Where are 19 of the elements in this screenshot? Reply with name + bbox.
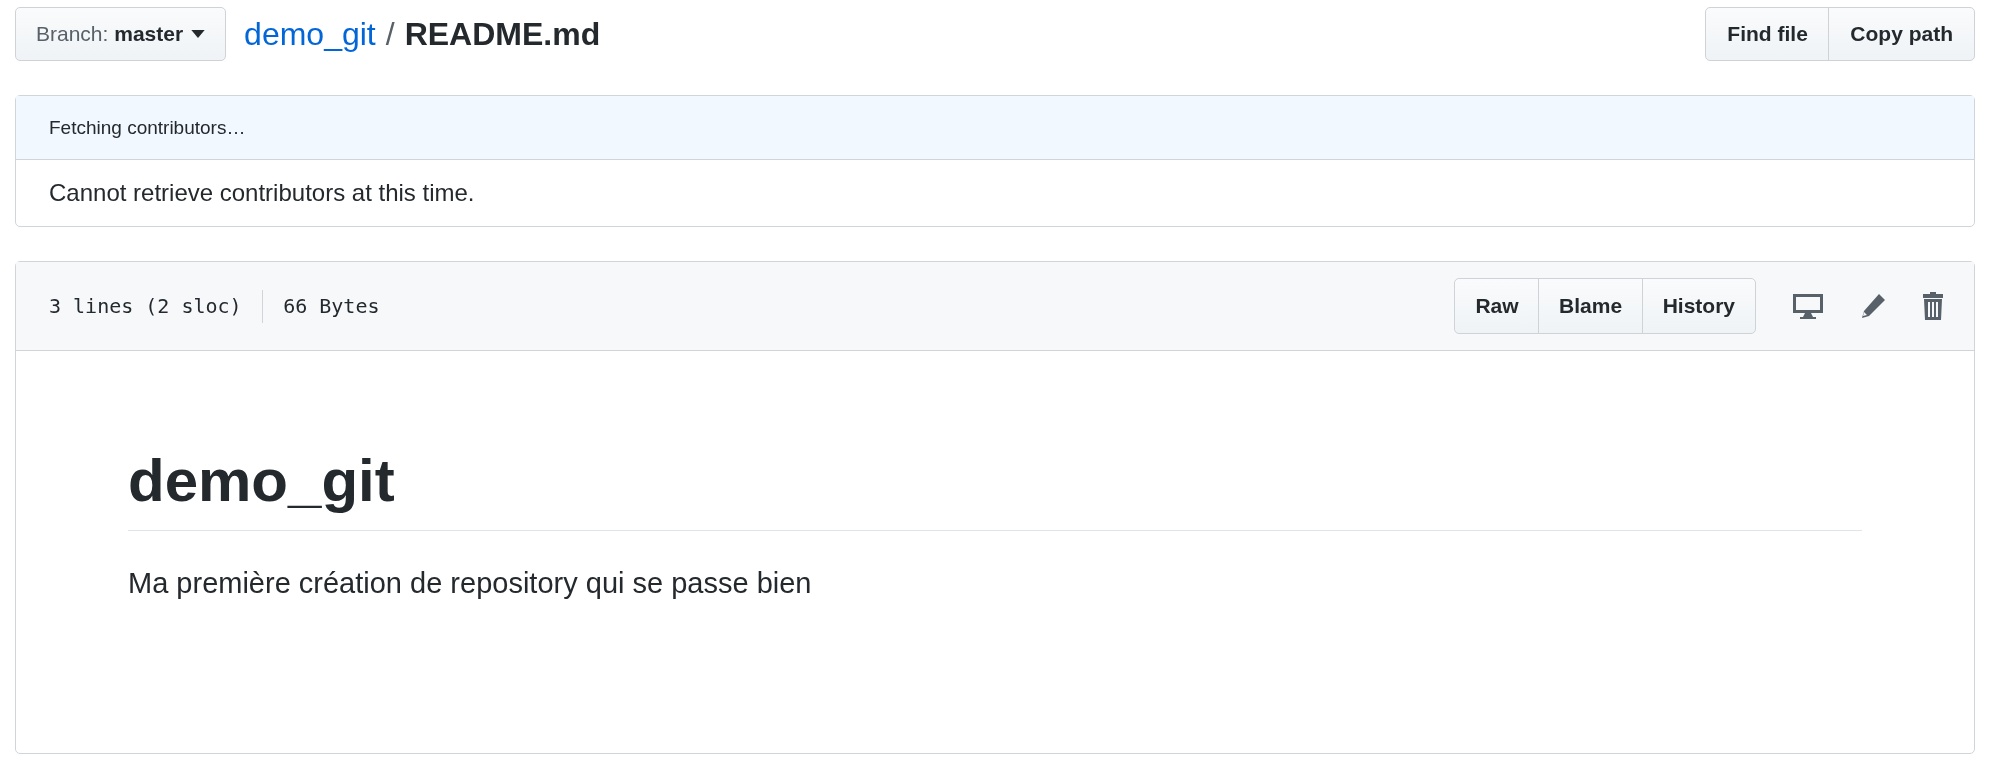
- readme-paragraph: Ma première création de repository qui se passe bien: [128, 567, 813, 600]
- file-action-button[interactable]: Find file: [1705, 7, 1830, 61]
- branch-select-button[interactable]: Branch: master: [15, 7, 227, 61]
- view-button[interactable]: Raw: [1454, 278, 1540, 334]
- readme-heading: demo_git: [128, 446, 396, 516]
- desktop-icon[interactable]: [1792, 293, 1824, 319]
- contributors-status: Fetching contributors…: [16, 96, 1974, 160]
- trash-icon[interactable]: [1922, 292, 1944, 320]
- path-separator: /: [385, 15, 395, 53]
- file-action-button[interactable]: Copy path: [1828, 7, 1975, 61]
- pencil-icon[interactable]: [1860, 293, 1886, 319]
- contributors-message: Cannot retrieve contributors at this time.: [49, 179, 475, 207]
- file-name: README.md: [404, 15, 601, 53]
- view-button[interactable]: History: [1641, 278, 1756, 334]
- view-button[interactable]: Blame: [1538, 278, 1644, 334]
- caret-icon: [191, 30, 206, 38]
- repo-link[interactable]: demo_git: [244, 15, 376, 53]
- line-count: 3 lines (2 sloc): [49, 294, 242, 318]
- file-size: 66 Bytes: [283, 294, 380, 318]
